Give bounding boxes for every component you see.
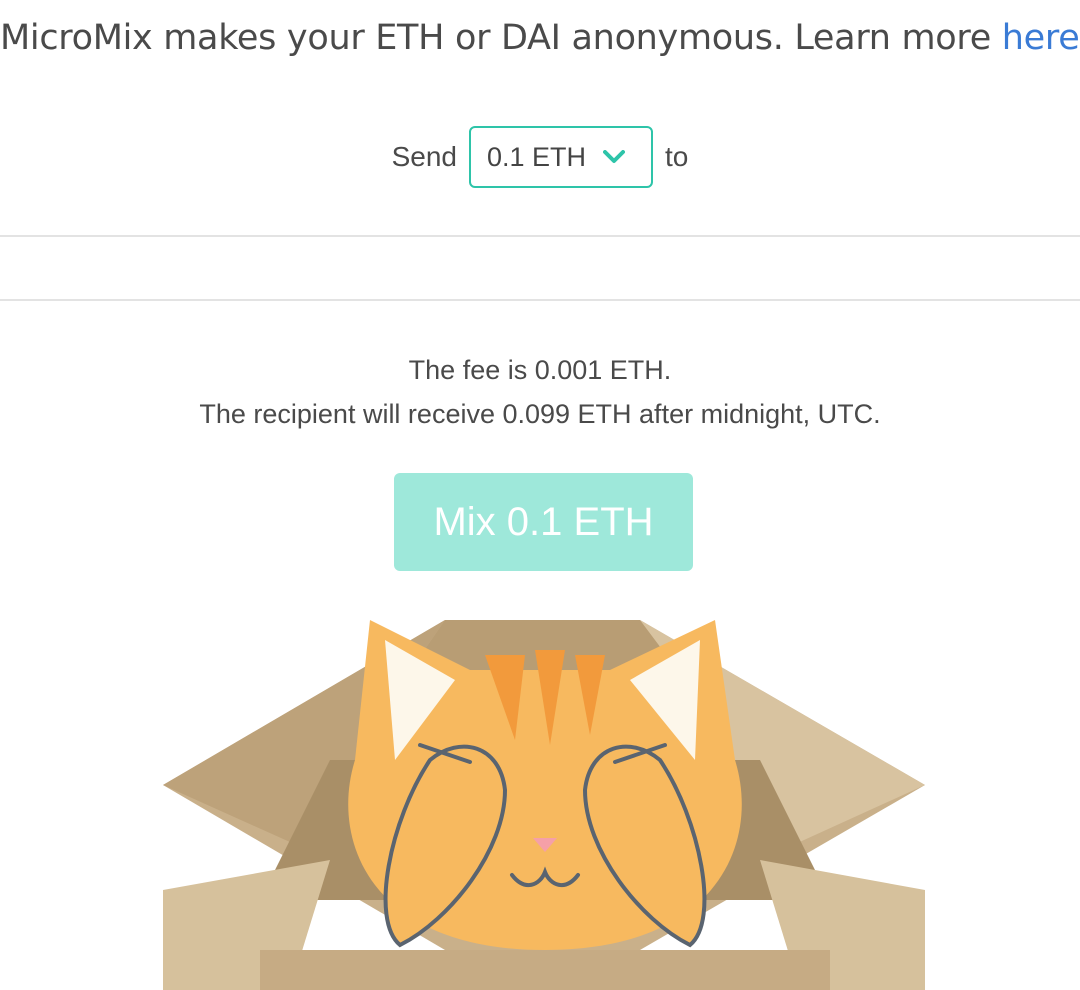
mix-button[interactable]: Mix 0.1 ETH bbox=[394, 473, 693, 571]
cat-in-box-illustration bbox=[163, 620, 925, 990]
recipient-receive-line: The recipient will receive 0.099 ETH aft… bbox=[199, 399, 881, 429]
amount-select[interactable]: 0.1 ETH bbox=[469, 126, 654, 188]
box-front bbox=[260, 950, 830, 990]
intro-text: MicroMix makes your ETH or DAI anonymous… bbox=[0, 18, 1080, 58]
fee-info: The fee is 0.001 ETH. The recipient will… bbox=[0, 348, 1080, 436]
recipient-address-input[interactable] bbox=[0, 235, 1080, 301]
send-row: Send 0.1 ETH to bbox=[0, 126, 1080, 188]
to-label: to bbox=[665, 141, 689, 172]
chevron-down-icon bbox=[603, 150, 626, 164]
learn-more-link[interactable]: here bbox=[1002, 18, 1080, 58]
send-label: Send bbox=[391, 141, 458, 172]
fee-line: The fee is 0.001 ETH. bbox=[408, 355, 672, 385]
intro-sentence: MicroMix makes your ETH or DAI anonymous… bbox=[0, 18, 1002, 58]
amount-select-value: 0.1 ETH bbox=[487, 141, 587, 172]
